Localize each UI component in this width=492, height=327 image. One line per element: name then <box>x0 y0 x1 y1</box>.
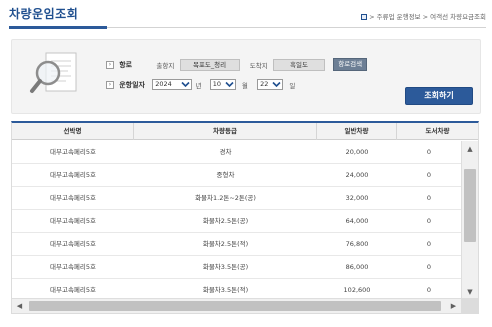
date-label: 운항일자 <box>119 80 145 89</box>
cell-regular-fare: 102,600 <box>343 286 371 294</box>
scroll-left-icon[interactable]: ◀ <box>12 299 27 313</box>
vertical-scroll-thumb[interactable] <box>464 169 476 242</box>
inquiry-button[interactable]: 조회하기 <box>405 87 473 105</box>
column-header-vehicle-class[interactable]: 차량등급 <box>134 123 317 140</box>
table-row[interactable]: 대부고속페리5호 화물차3.5톤(공) 86,000 0 <box>12 256 461 279</box>
cell-island-fare: 0 <box>426 148 432 156</box>
date-row: › 운항일자 2024 년 10 월 22 일 <box>106 79 295 90</box>
vertical-scrollbar[interactable]: ▲ ▼ <box>461 141 478 300</box>
cell-island-fare: 0 <box>426 171 432 179</box>
cell-regular-fare: 32,000 <box>345 194 369 202</box>
fare-grid: 선박명 차량등급 일반차량 도서차량 대부고속페리5호 경차 20,000 0 … <box>11 121 479 314</box>
year-value: 2024 <box>155 80 172 88</box>
cell-vehicle-class: 화물차3.5톤(적) <box>202 286 249 294</box>
month-unit: 월 <box>241 81 248 90</box>
horizontal-scroll-thumb[interactable] <box>29 301 441 311</box>
grid-header: 선박명 차량등급 일반차량 도서차량 <box>12 123 478 140</box>
cell-regular-fare: 76,800 <box>345 240 369 248</box>
day-select[interactable]: 22 <box>257 79 284 90</box>
breadcrumb: > 주류업 운행정보 > 여객선 차량요금조회 <box>361 11 486 21</box>
departure-label: 출항지 <box>156 61 175 70</box>
cell-regular-fare: 20,000 <box>345 148 369 156</box>
table-row[interactable]: 대부고속페리5호 화물차2.5톤(공) 64,000 0 <box>12 210 461 233</box>
magnifier-document-icon <box>28 49 86 103</box>
departure-field[interactable]: 목포도_청리 <box>179 58 240 71</box>
month-value: 10 <box>212 80 221 88</box>
chevron-down-icon <box>272 81 281 88</box>
cell-island-fare: 0 <box>426 194 432 202</box>
chevron-right-icon: › <box>106 80 114 89</box>
column-header-vessel[interactable]: 선박명 <box>12 123 134 140</box>
year-select[interactable]: 2024 <box>152 79 193 90</box>
column-header-regular-vehicle[interactable]: 일반차량 <box>317 123 397 140</box>
cell-island-fare: 0 <box>426 240 432 248</box>
title-divider <box>107 27 486 28</box>
day-unit: 일 <box>289 81 296 90</box>
route-search-button[interactable]: 항로검색 <box>333 58 368 71</box>
chevron-down-icon <box>181 81 190 88</box>
cell-vessel: 대부고속페리5호 <box>50 171 96 179</box>
title-underline <box>9 26 107 29</box>
scroll-right-icon[interactable]: ▶ <box>446 299 461 313</box>
cell-island-fare: 0 <box>426 217 432 225</box>
cell-vehicle-class: 화물차3.5톤(공) <box>202 263 249 271</box>
cell-regular-fare: 24,000 <box>345 171 369 179</box>
table-row[interactable]: 대부고속페리5호 화물차2.5톤(적) 76,800 0 <box>12 233 461 256</box>
cell-vessel: 대부고속페리5호 <box>50 148 96 156</box>
cell-vessel: 대부고속페리5호 <box>50 217 96 225</box>
year-unit: 년 <box>195 81 202 90</box>
table-row[interactable]: 대부고속페리5호 화물차3.5톤(적) 102,600 0 <box>12 279 461 300</box>
cell-vehicle-class: 화물차1.2톤~2톤(공) <box>195 194 256 202</box>
page-title: 차량운임조회 <box>9 7 79 21</box>
chevron-down-icon <box>225 81 234 88</box>
scrollbar-corner <box>461 298 478 313</box>
arrival-field[interactable]: 흑일도 <box>272 58 325 71</box>
cell-vehicle-class: 중형차 <box>216 171 235 179</box>
arrival-label: 도착지 <box>249 61 268 70</box>
route-row: › 항로 출항지 목포도_청리 도착지 흑일도 항로검색 <box>106 58 368 71</box>
day-value: 22 <box>260 80 269 88</box>
grid-body: 대부고속페리5호 경차 20,000 0 대부고속페리5호 중형차 24,000… <box>12 141 461 300</box>
cell-vehicle-class: 경차 <box>219 148 232 156</box>
cell-regular-fare: 86,000 <box>345 263 369 271</box>
horizontal-scrollbar[interactable]: ◀ ▶ <box>12 298 461 313</box>
home-icon <box>361 14 368 20</box>
month-select[interactable]: 10 <box>209 79 236 90</box>
breadcrumb-text: > 주류업 운행정보 > 여객선 차량요금조회 <box>369 13 486 21</box>
search-panel: › 항로 출항지 목포도_청리 도착지 흑일도 항로검색 › 운항일자 2024… <box>11 39 481 114</box>
table-row[interactable]: 대부고속페리5호 경차 20,000 0 <box>12 141 461 164</box>
scroll-up-icon[interactable]: ▲ <box>462 141 478 157</box>
table-row[interactable]: 대부고속페리5호 중형차 24,000 0 <box>12 164 461 187</box>
cell-island-fare: 0 <box>426 263 432 271</box>
route-label: 항로 <box>119 60 133 69</box>
cell-vessel: 대부고속페리5호 <box>50 240 96 248</box>
table-row[interactable]: 대부고속페리5호 화물차1.2톤~2톤(공) 32,000 0 <box>12 187 461 210</box>
chevron-right-icon: › <box>106 60 114 69</box>
cell-vehicle-class: 화물차2.5톤(공) <box>202 217 249 225</box>
cell-island-fare: 0 <box>426 286 432 294</box>
cell-vessel: 대부고속페리5호 <box>50 286 96 294</box>
cell-vehicle-class: 화물차2.5톤(적) <box>202 240 249 248</box>
cell-vessel: 대부고속페리5호 <box>50 194 96 202</box>
column-header-island-vehicle[interactable]: 도서차량 <box>397 123 478 140</box>
cell-regular-fare: 64,000 <box>345 217 369 225</box>
cell-vessel: 대부고속페리5호 <box>50 263 96 271</box>
